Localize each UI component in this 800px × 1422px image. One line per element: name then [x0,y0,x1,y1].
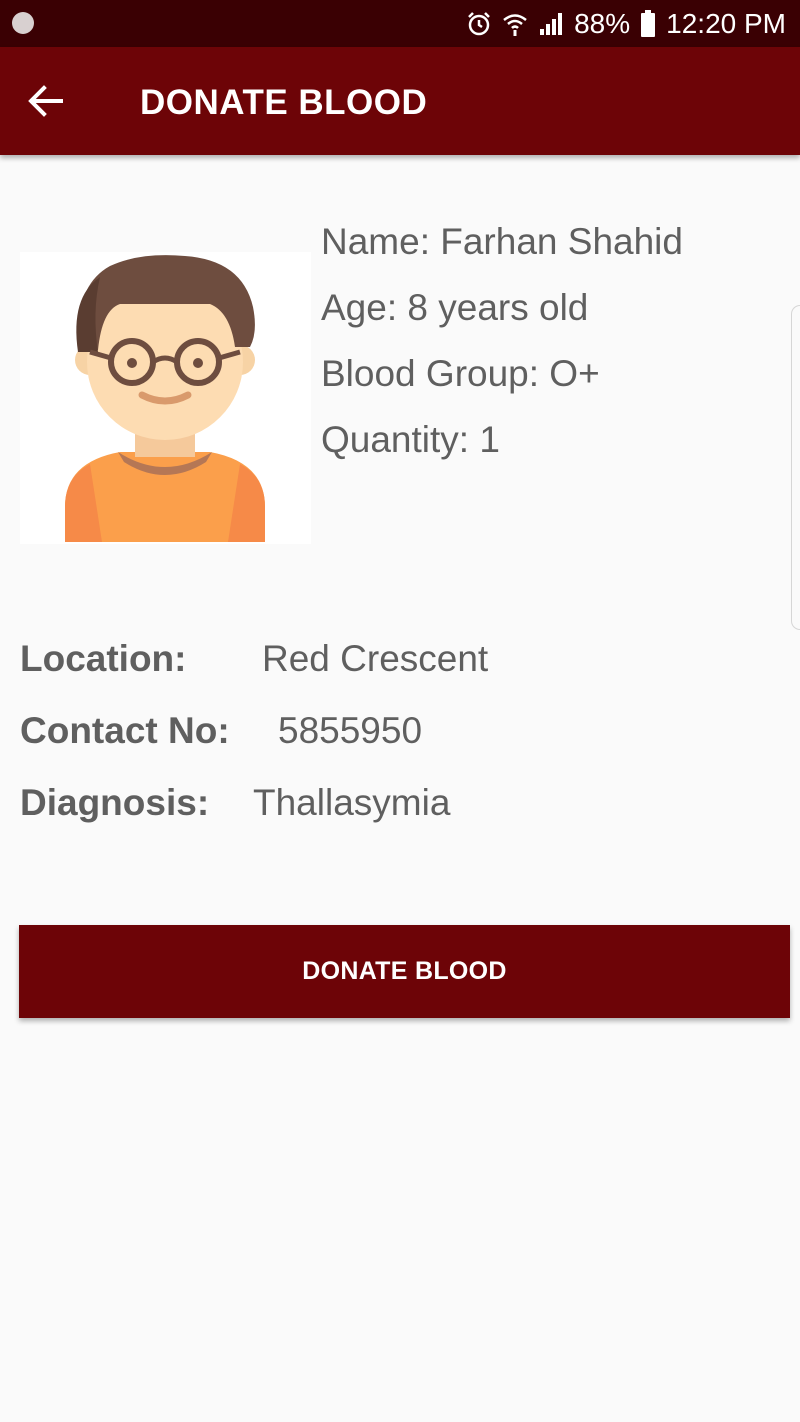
alarm-icon [466,11,492,37]
diagnosis-value: Thallasymia [253,782,451,823]
patient-quantity: Quantity: 1 [321,419,500,460]
donate-blood-button[interactable]: DONATE BLOOD [19,925,790,1018]
patient-info: Name: Farhan Shahid Age: 8 years old Blo… [321,220,683,484]
notification-dot-icon [12,12,34,34]
patient-blood-group: Blood Group: O+ [321,353,600,394]
status-icons: 88% 12:20 PM [466,6,786,42]
app-bar: DONATE BLOOD [0,47,800,155]
location-row: Location: Red Crescent [20,638,488,680]
patient-avatar [20,252,311,544]
patient-name: Name: Farhan Shahid [321,221,683,262]
location-value: Red Crescent [262,638,489,679]
location-label: Location: [20,638,187,679]
status-time: 12:20 PM [666,8,786,39]
contact-value: 5855950 [278,710,423,751]
battery-icon [640,10,656,38]
battery-percent: 88% [574,8,631,39]
back-button[interactable] [22,81,68,121]
patient-age: Age: 8 years old [321,287,589,328]
signal-icon [538,11,564,37]
arrow-left-icon [28,85,63,117]
boy-with-glasses-avatar [65,255,265,542]
diagnosis-row: Diagnosis: Thallasymia [20,782,450,824]
contact-label: Contact No: [20,710,230,751]
edge-panel-handle[interactable] [791,305,800,630]
wifi-icon [502,11,528,37]
status-bar: 88% 12:20 PM [0,0,800,47]
contact-row: Contact No: 5855950 [20,710,422,752]
diagnosis-label: Diagnosis: [20,782,210,823]
page-title: DONATE BLOOD [140,83,428,122]
